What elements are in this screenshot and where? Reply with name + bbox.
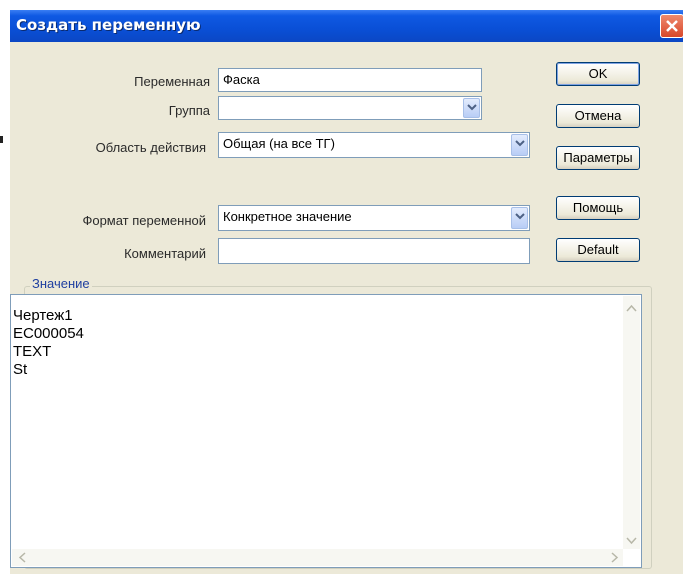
comment-label: Комментарий [124, 246, 206, 261]
value-text: Чертеж1 EC000054 TEXT St [13, 307, 84, 379]
value-line: St [13, 361, 28, 378]
format-label: Формат переменной [82, 213, 206, 228]
dialog-title: Создать переменную [16, 16, 201, 34]
parameters-button[interactable]: Параметры [556, 146, 640, 170]
window-edge-mark [0, 136, 3, 143]
scope-label: Область действия [95, 140, 206, 155]
chevron-down-icon [515, 140, 525, 147]
variable-name-input[interactable]: Фаска [218, 68, 482, 92]
value-line: EC000054 [13, 325, 84, 342]
chevron-down-icon [515, 213, 525, 220]
value-line: TEXT [13, 343, 52, 360]
group-label: Группа [168, 103, 210, 118]
value-line: Чертеж1 [13, 307, 73, 324]
scroll-left-button[interactable] [14, 549, 31, 566]
format-value: Конкретное значение [223, 209, 352, 224]
group-dropdown-button[interactable] [463, 98, 480, 118]
chevron-up-icon [626, 304, 637, 312]
group-select[interactable] [218, 96, 482, 120]
chevron-down-icon [467, 104, 477, 111]
create-variable-dialog: Создать переменную Переменная Фаска Груп… [10, 10, 683, 574]
cancel-button[interactable]: Отмена [556, 104, 640, 128]
horizontal-scrollbar[interactable] [12, 549, 623, 566]
close-button[interactable] [660, 14, 683, 38]
scroll-right-button[interactable] [606, 549, 623, 566]
format-select[interactable]: Конкретное значение [218, 205, 530, 231]
comment-input[interactable] [218, 238, 530, 264]
chevron-right-icon [611, 552, 619, 563]
format-dropdown-button[interactable] [511, 207, 528, 229]
scope-value: Общая (на все ТГ) [223, 136, 335, 151]
scope-dropdown-button[interactable] [511, 134, 528, 156]
title-bar[interactable]: Создать переменную [10, 10, 683, 42]
scope-select[interactable]: Общая (на все ТГ) [218, 132, 530, 158]
value-group-label: Значение [30, 276, 92, 291]
scroll-up-button[interactable] [623, 300, 640, 317]
chevron-left-icon [18, 552, 26, 563]
help-button[interactable]: Помощь [556, 196, 640, 220]
chevron-down-icon [626, 537, 637, 545]
vertical-scrollbar[interactable] [623, 296, 640, 549]
value-textarea[interactable]: Чертеж1 EC000054 TEXT St [10, 294, 642, 568]
ok-button[interactable]: OK [556, 62, 640, 86]
variable-name-value: Фаска [223, 72, 260, 87]
default-button[interactable]: Default [556, 238, 640, 262]
scroll-down-button[interactable] [623, 532, 640, 549]
close-icon [666, 20, 678, 32]
variable-label: Переменная [134, 74, 210, 89]
